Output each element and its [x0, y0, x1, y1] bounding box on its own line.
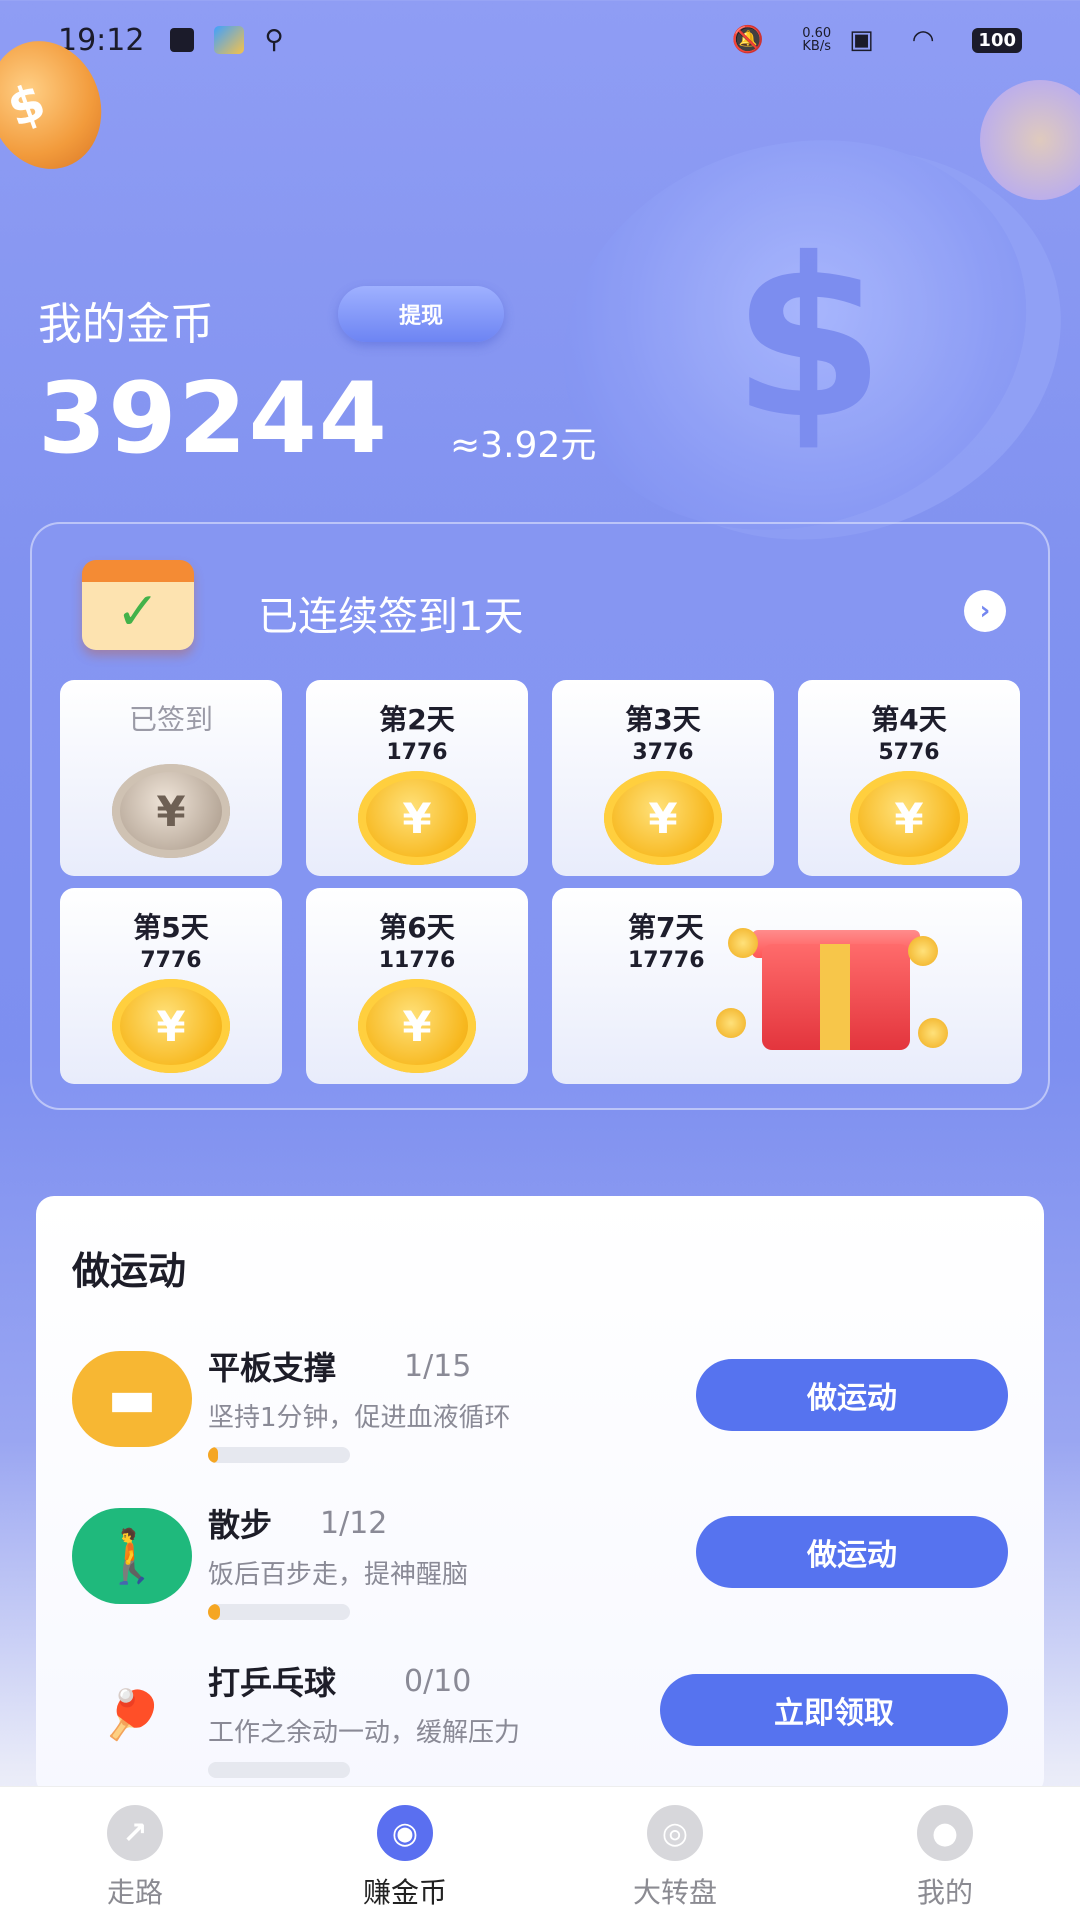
yuan-coin-icon: ¥: [358, 979, 476, 1073]
nav-label: 走路: [106, 1876, 163, 1909]
day-label: 第2天: [379, 703, 455, 736]
do-exercise-button[interactable]: 做运动: [696, 1359, 1008, 1431]
wifi-icon: ◠: [911, 25, 935, 55]
signin-card: ✓ 已连续签到1天 › 已签到 ¥ 第2天 1776 ¥ 第3天 3776 ¥ …: [30, 522, 1050, 1110]
chevron-right-icon[interactable]: ›: [964, 590, 1006, 632]
exercise-item-walking: 🚶 散步 1/12 饭后百步走，提神醒脑 做运动: [36, 1506, 1044, 1648]
withdraw-button[interactable]: 提现: [338, 286, 504, 342]
day-reward: 7776: [140, 948, 202, 973]
yuan-coin-icon: ¥: [112, 764, 230, 858]
signin-day-2[interactable]: 第2天 1776 ¥: [306, 680, 528, 876]
exercise-count: 0/10: [404, 1664, 472, 1699]
claim-now-button[interactable]: 立即领取: [660, 1674, 1008, 1746]
yuan-coin-icon: ¥: [358, 771, 476, 865]
exercise-name: 平板支撑: [208, 1349, 337, 1387]
day-label: 第5天: [133, 911, 209, 944]
nav-item-walk[interactable]: ↗ 走路: [0, 1787, 270, 1920]
exercise-progress-bar: [208, 1447, 350, 1463]
nav-item-me[interactable]: ● 我的: [810, 1787, 1080, 1920]
coin-value: ≈3.92元: [450, 425, 597, 466]
day-reward: 11776: [378, 948, 456, 973]
running-icon: ↗: [107, 1805, 163, 1861]
day-label: 第6天: [379, 911, 455, 944]
nav-item-earn-coins[interactable]: ◉ 赚金币: [270, 1787, 540, 1920]
net-speed-unit: KB/s: [802, 39, 831, 54]
exercise-desc: 饭后百步走，提神醒脑: [208, 1560, 469, 1590]
exercise-desc: 工作之余动一动，缓解压力: [208, 1718, 521, 1748]
exercise-count: 1/15: [404, 1349, 472, 1384]
app-notification-icon: [214, 26, 245, 54]
exercise-desc: 坚持1分钟，促进血液循环: [208, 1403, 511, 1433]
day-label: 已签到: [128, 703, 213, 736]
gift-box-icon: [762, 944, 910, 1050]
coin-title: 我的金币: [38, 299, 214, 350]
exercise-name: 打乒乓球: [208, 1664, 337, 1702]
progress-fill: [208, 1604, 220, 1620]
signin-day-6[interactable]: 第6天 11776 ¥: [306, 888, 528, 1084]
do-exercise-button[interactable]: 做运动: [696, 1516, 1008, 1588]
wheel-icon: ◎: [647, 1805, 703, 1861]
small-coin-icon: [728, 928, 758, 958]
battery-icon: 100: [972, 27, 1022, 53]
signin-day-3[interactable]: 第3天 3776 ¥: [552, 680, 774, 876]
mute-icon: 🔕: [731, 25, 765, 55]
signin-day-5[interactable]: 第5天 7776 ¥: [60, 888, 282, 1084]
exercise-item-ping-pong: 🏓 打乒乓球 0/10 工作之余动一动，缓解压力 立即领取: [36, 1664, 1044, 1806]
decorative-blur-coin-icon: [980, 80, 1080, 200]
exercise-progress-bar: [208, 1762, 350, 1778]
usb-icon: ⚲: [264, 25, 284, 55]
day-reward: 1776: [386, 740, 448, 765]
exercise-card: 做运动 ▬ 平板支撑 1/15 坚持1分钟，促进血液循环 做运动 🚶 散步 1/…: [36, 1196, 1044, 1796]
walking-icon: 🚶: [72, 1508, 192, 1604]
yuan-coin-icon: ¥: [112, 979, 230, 1073]
small-coin-icon: [918, 1018, 948, 1048]
status-bar: 19:12 ⚲ 🔕 0.60 KB/s ▣ ◠ 100: [0, 0, 1080, 80]
signin-streak-text: 已连续签到1天: [258, 594, 524, 640]
net-speed: 0.60 KB/s: [802, 27, 831, 53]
notification-icon: [170, 28, 195, 52]
small-coin-icon: [716, 1008, 746, 1038]
signin-day-1[interactable]: 已签到 ¥: [60, 680, 282, 876]
coin-amount: 39244: [38, 362, 389, 476]
nav-label: 我的: [916, 1876, 973, 1909]
nav-item-wheel[interactable]: ◎ 大转盘: [540, 1787, 810, 1920]
bottom-nav: ↗ 走路 ◉ 赚金币 ◎ 大转盘 ● 我的: [0, 1786, 1080, 1920]
exercise-progress-bar: [208, 1604, 350, 1620]
status-right: 🔕 0.60 KB/s ▣ ◠ 100: [732, 25, 1022, 55]
small-coin-icon: [908, 936, 938, 966]
user-icon: ●: [917, 1805, 973, 1861]
calendar-check-icon: ✓: [82, 560, 194, 650]
day-reward: 3776: [632, 740, 694, 765]
day-label: 第3天: [625, 703, 701, 736]
signin-day-7[interactable]: 第7天 17776: [552, 888, 1022, 1084]
exercise-item-plank: ▬ 平板支撑 1/15 坚持1分钟，促进血液循环 做运动: [36, 1349, 1044, 1491]
day-label: 第4天: [871, 703, 947, 736]
progress-fill: [208, 1447, 218, 1463]
day-reward: 5776: [878, 740, 940, 765]
exercise-name: 散步: [208, 1506, 273, 1544]
plank-icon: ▬: [72, 1351, 192, 1447]
nav-label: 大转盘: [632, 1876, 717, 1909]
nav-label: 赚金币: [362, 1876, 447, 1909]
yuan-coin-icon: ¥: [604, 771, 722, 865]
signin-day-4[interactable]: 第4天 5776 ¥: [798, 680, 1020, 876]
exercise-section-title: 做运动: [72, 1249, 187, 1293]
sim-icon: ▣: [849, 25, 874, 55]
ping-pong-icon: 🏓: [102, 1686, 162, 1743]
yuan-coin-icon: ¥: [850, 771, 968, 865]
coin-eye-icon: ◉: [377, 1805, 433, 1861]
exercise-count: 1/12: [320, 1506, 388, 1541]
